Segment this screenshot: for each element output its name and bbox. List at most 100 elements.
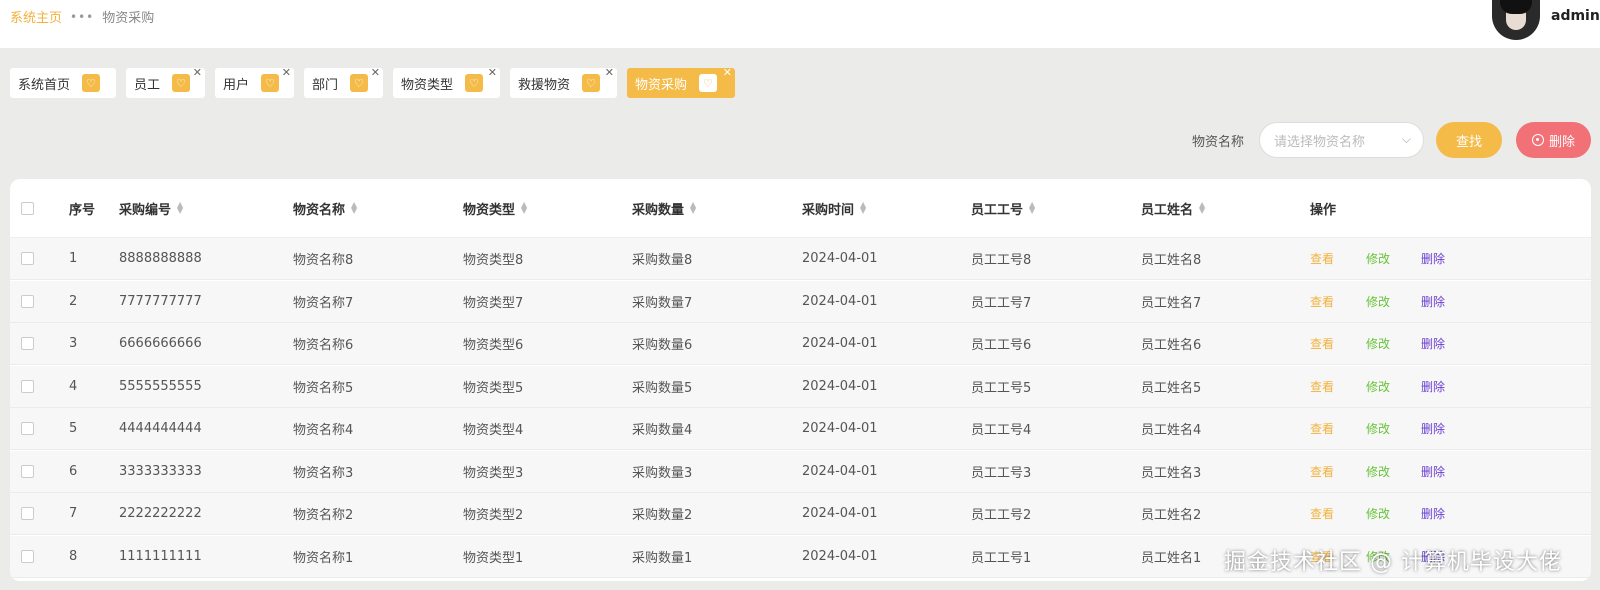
close-icon[interactable]: ✕ xyxy=(371,66,380,79)
header-type[interactable]: 物资类型 ▲ ▼ xyxy=(463,179,527,237)
view-button[interactable]: 查看 xyxy=(1310,378,1334,395)
edit-button[interactable]: 修改 xyxy=(1366,250,1390,267)
tab-label: 用户 xyxy=(223,77,250,93)
row-checkbox-cell xyxy=(21,536,34,577)
close-icon[interactable]: ✕ xyxy=(723,66,732,79)
delete-link[interactable]: 删除 xyxy=(1421,505,1445,522)
sort-icon[interactable]: ▲ ▼ xyxy=(1029,201,1035,215)
tab-department[interactable]: 部门 ♡ ✕ xyxy=(304,66,383,98)
chevron-down-icon: ⌵ xyxy=(1401,132,1411,146)
cell-name: 物资名称4 xyxy=(293,423,354,438)
sort-icon[interactable]: ▲ ▼ xyxy=(351,201,357,215)
tab-user[interactable]: 用户 ♡ ✕ xyxy=(215,66,294,98)
view-button[interactable]: 查看 xyxy=(1310,250,1334,267)
edit-button[interactable]: 修改 xyxy=(1366,293,1390,310)
header-emp-name[interactable]: 员工姓名 ▲ ▼ xyxy=(1141,179,1205,237)
close-icon[interactable]: ✕ xyxy=(282,66,291,79)
edit-button[interactable]: 修改 xyxy=(1366,335,1390,352)
cell-name: 物资名称1 xyxy=(293,550,354,566)
header-code[interactable]: 采购编号 ▲ ▼ xyxy=(119,179,183,237)
action-cell: 删除 xyxy=(1421,408,1445,449)
action-cell: 查看 xyxy=(1310,238,1334,279)
select-all-checkbox[interactable] xyxy=(21,201,34,215)
watermark: 掘金技术社区 @ 计算机毕设大佬 xyxy=(1224,550,1562,575)
header-emp-no[interactable]: 员工工号 ▲ ▼ xyxy=(971,179,1035,237)
sort-icon[interactable]: ▲ ▼ xyxy=(860,201,866,215)
row-checkbox[interactable] xyxy=(21,464,34,478)
cell-index: 8 xyxy=(69,548,78,564)
cell-qty: 采购数量8 xyxy=(632,253,693,268)
sort-icon[interactable]: ▲ ▼ xyxy=(1199,201,1205,215)
cell-index: 4 xyxy=(69,378,78,394)
row-checkbox[interactable] xyxy=(21,294,34,308)
cell-code: 4444444444 xyxy=(119,421,202,436)
heart-icon: ♡ xyxy=(582,74,601,92)
row-checkbox-cell xyxy=(21,408,34,449)
action-cell: 修改 xyxy=(1366,238,1390,279)
cell-type: 物资类型3 xyxy=(463,465,524,481)
username[interactable]: admin xyxy=(1551,8,1600,24)
cell-emp-name: 员工姓名7 xyxy=(1141,295,1202,311)
avatar[interactable] xyxy=(1492,0,1540,40)
header-ops: 操作 xyxy=(1310,202,1337,218)
delete-link[interactable]: 删除 xyxy=(1421,378,1445,395)
delete-link[interactable]: 删除 xyxy=(1421,463,1445,480)
view-button[interactable]: 查看 xyxy=(1310,293,1334,310)
sort-icon[interactable]: ▲ ▼ xyxy=(521,201,527,215)
tab-material-type[interactable]: 物资类型 ♡ ✕ xyxy=(393,66,500,98)
cell-name: 物资名称5 xyxy=(293,380,354,396)
close-icon[interactable]: ✕ xyxy=(488,66,497,79)
search-button[interactable]: 查找 xyxy=(1436,122,1502,158)
cell-emp-no: 员工工号5 xyxy=(971,380,1032,396)
view-button[interactable]: 查看 xyxy=(1310,420,1334,437)
row-checkbox[interactable] xyxy=(21,422,34,435)
select-all-cell xyxy=(21,179,34,237)
delete-link[interactable]: 删除 xyxy=(1421,335,1445,352)
delete-link[interactable]: 删除 xyxy=(1421,293,1445,310)
edit-button[interactable]: 修改 xyxy=(1366,378,1390,395)
table-row: 4 5555555555 物资名称5 物资类型5 采购数量5 2024-04-01 员工工号… xyxy=(10,365,1591,408)
sort-icon[interactable]: ▲ ▼ xyxy=(690,201,696,215)
cell-index: 7 xyxy=(69,506,78,521)
cell-emp-name: 员工姓名5 xyxy=(1141,380,1202,396)
row-checkbox[interactable] xyxy=(21,507,34,520)
edit-button[interactable]: 修改 xyxy=(1366,505,1390,522)
close-icon[interactable]: ✕ xyxy=(605,66,614,79)
edit-button[interactable]: 修改 xyxy=(1366,463,1390,480)
close-icon[interactable]: ✕ xyxy=(193,66,202,79)
delete-link[interactable]: 删除 xyxy=(1421,420,1445,437)
material-name-select[interactable]: 请选择物资名称 ⌵ xyxy=(1259,122,1424,158)
cell-code: 2222222222 xyxy=(119,506,202,521)
action-cell: 查看 xyxy=(1310,451,1334,492)
table-row: 6 3333333333 物资名称3 物资类型3 采购数量3 2024-04-01 员工工号… xyxy=(10,450,1591,493)
breadcrumb-separator: ••• xyxy=(70,9,95,24)
select-placeholder: 请选择物资名称 xyxy=(1274,134,1366,150)
row-checkbox[interactable] xyxy=(21,337,34,350)
row-checkbox[interactable] xyxy=(21,252,34,265)
cell-emp-name: 员工姓名6 xyxy=(1141,338,1202,353)
tab-label: 部门 xyxy=(312,77,339,93)
cell-emp-no: 员工工号6 xyxy=(971,338,1032,353)
header-qty[interactable]: 采购数量 ▲ ▼ xyxy=(632,179,696,237)
row-checkbox[interactable] xyxy=(21,379,34,393)
view-button[interactable]: 查看 xyxy=(1310,463,1334,480)
tab-rescue-material[interactable]: 救援物资 ♡ ✕ xyxy=(510,66,617,98)
delete-link[interactable]: 删除 xyxy=(1421,250,1445,267)
row-checkbox[interactable] xyxy=(21,549,34,563)
cell-code: 7777777777 xyxy=(119,293,202,309)
header-time[interactable]: 采购时间 ▲ ▼ xyxy=(802,179,866,237)
cell-emp-no: 员工工号1 xyxy=(971,550,1032,566)
sort-icon[interactable]: ▲ ▼ xyxy=(177,201,183,215)
tab-employee[interactable]: 员工 ♡ ✕ xyxy=(126,66,205,98)
breadcrumb-home[interactable]: 系统主页 xyxy=(10,7,62,26)
row-checkbox-cell xyxy=(21,451,34,492)
header-name[interactable]: 物资名称 ▲ ▼ xyxy=(293,179,357,237)
cell-emp-name: 员工姓名3 xyxy=(1141,465,1202,481)
view-button[interactable]: 查看 xyxy=(1310,505,1334,522)
tab-label: 救援物资 xyxy=(518,77,571,93)
delete-button[interactable]: 删除 xyxy=(1516,122,1591,158)
tab-home[interactable]: 系统首页 ♡ xyxy=(10,68,116,98)
tab-material-purchase[interactable]: 物资采购 ♡ ✕ xyxy=(627,66,735,98)
edit-button[interactable]: 修改 xyxy=(1366,420,1390,437)
view-button[interactable]: 查看 xyxy=(1310,335,1334,352)
